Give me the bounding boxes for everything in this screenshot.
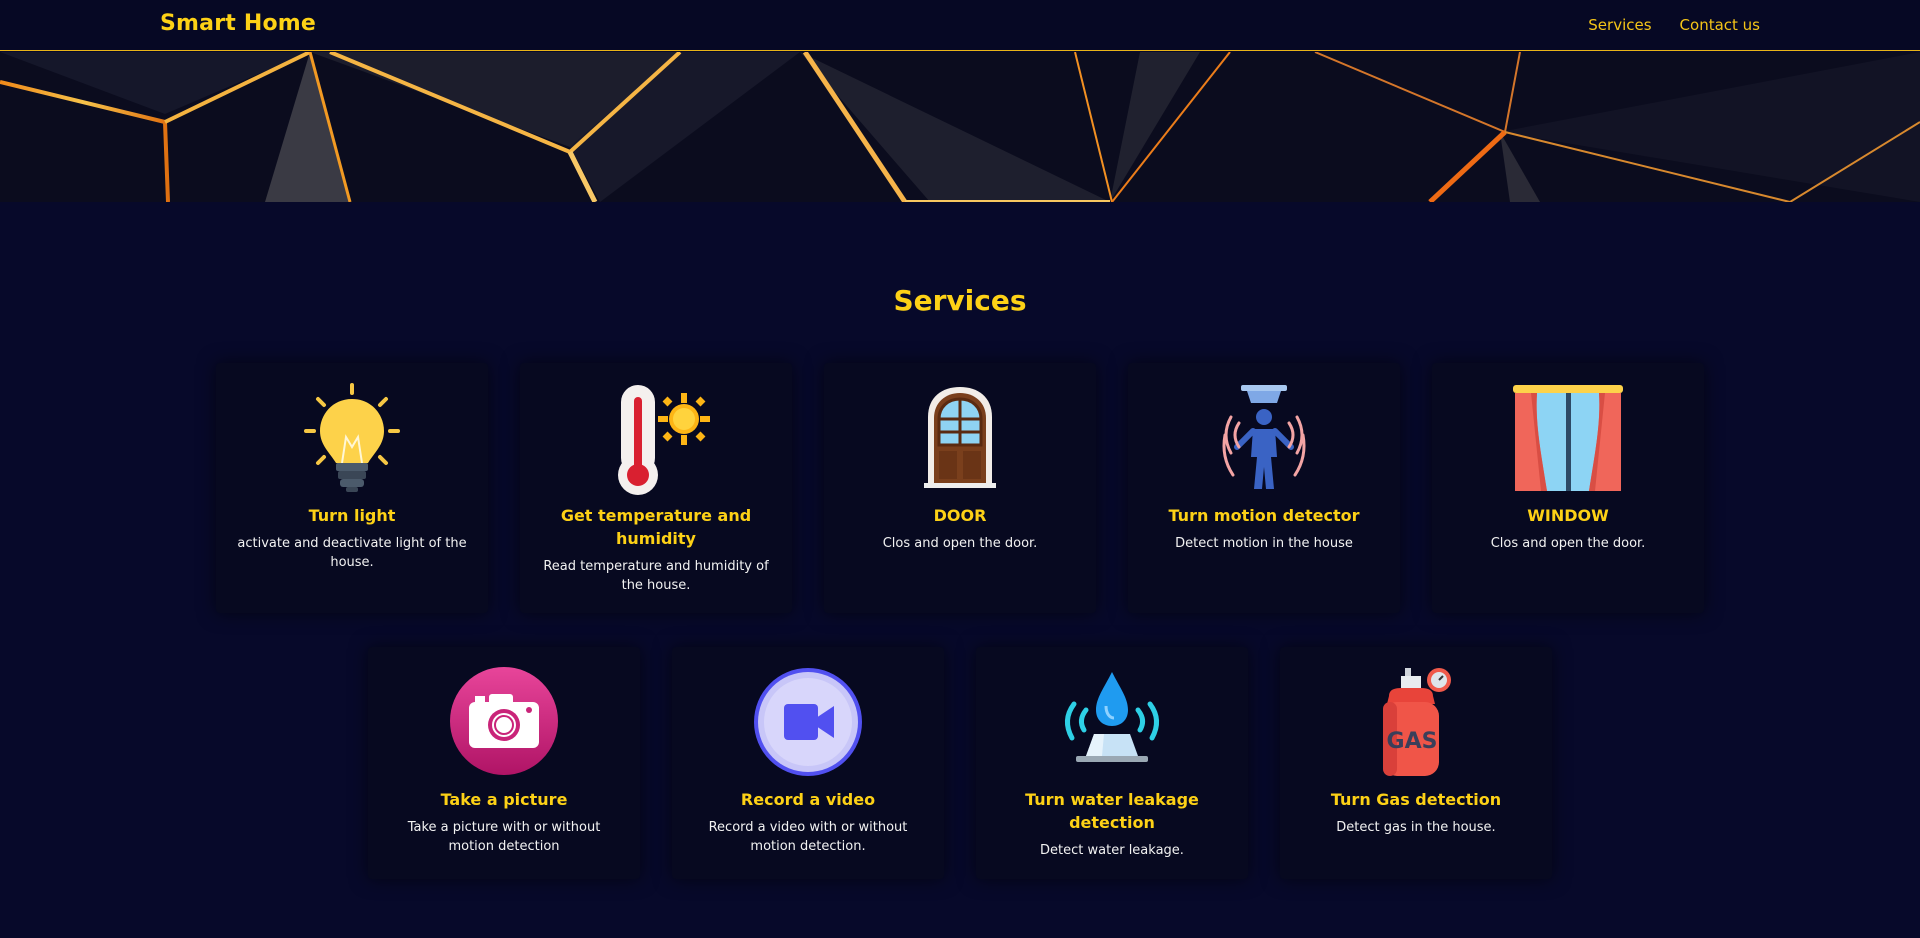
hero-banner [0, 52, 1920, 202]
card-title: WINDOW [1527, 506, 1609, 525]
service-card-water-leakage[interactable]: Turn water leakage detection Detect wate… [976, 647, 1248, 879]
main-nav: Services Contact us [1588, 16, 1760, 34]
card-title: Turn motion detector [1168, 506, 1360, 525]
hero-abstract-art [0, 52, 1920, 202]
card-description: Detect gas in the house. [1336, 820, 1496, 835]
thermometer-sun-icon [618, 385, 710, 495]
service-card-motion-detector[interactable]: Turn motion detector Detect motion in th… [1128, 363, 1400, 613]
gas-cylinder-icon: GAS [1383, 668, 1451, 776]
service-card-record-video[interactable]: Record a video Record a video with or wi… [672, 647, 944, 879]
card-title: Turn Gas detection [1330, 790, 1502, 809]
card-description: Take a picture with or without motion de… [407, 820, 601, 854]
camera-icon [450, 667, 558, 775]
card-title: Take a picture [440, 790, 568, 809]
service-card-window[interactable]: WINDOW Clos and open the door. [1432, 363, 1704, 613]
service-card-turn-light[interactable]: Turn light activate and deactivate light… [216, 363, 488, 613]
card-description: Clos and open the door. [1490, 536, 1646, 551]
service-card-take-picture[interactable]: Take a picture Take a picture with or wi… [368, 647, 640, 879]
window-curtain-icon [1513, 385, 1623, 491]
motion-sensor-icon [1222, 385, 1306, 489]
card-description: Detect water leakage. [1040, 843, 1184, 858]
video-camera-icon [754, 668, 862, 776]
door-icon [924, 387, 996, 488]
service-card-gas-detection[interactable]: GAS Turn Gas detection Detect gas in the… [1280, 647, 1552, 879]
card-title: DOOR [933, 506, 987, 525]
top-navbar: Smart Home Services Contact us [0, 0, 1920, 51]
card-description: activate and deactivate light of the hou… [237, 536, 467, 570]
card-title: Turn water leakage detection [1025, 790, 1199, 832]
card-description: Detect motion in the house [1175, 536, 1353, 551]
water-leak-sensor-icon [1065, 672, 1159, 762]
service-card-door[interactable]: DOOR Clos and open the door. [824, 363, 1096, 613]
service-card-temperature-humidity[interactable]: Get temperature and humidity Read temper… [520, 363, 792, 613]
card-description: Clos and open the door. [882, 536, 1038, 551]
card-description: Read temperature and humidity of the hou… [543, 559, 769, 593]
brand-logo-text[interactable]: Smart Home [160, 11, 316, 36]
nav-link-contact-us[interactable]: Contact us [1680, 16, 1760, 34]
card-description: Record a video with or without motion de… [708, 820, 908, 854]
card-title: Record a video [740, 790, 876, 809]
card-title: Get temperature and humidity [560, 506, 752, 548]
services-heading: Services [893, 284, 1027, 317]
gas-label-text: GAS [1387, 729, 1438, 754]
lightbulb-icon [304, 383, 400, 492]
card-title: Turn light [308, 506, 396, 525]
nav-link-services[interactable]: Services [1588, 16, 1651, 34]
